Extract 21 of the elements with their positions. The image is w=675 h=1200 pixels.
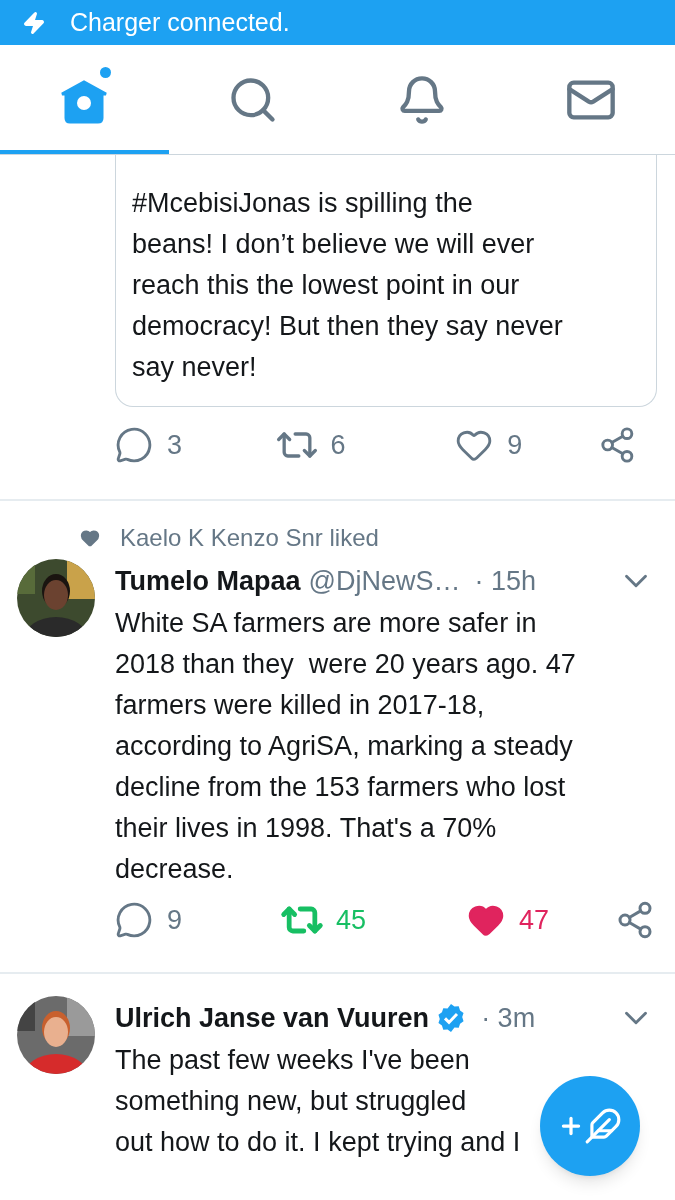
retweet-count: 6 [330,428,346,462]
tweet-time: · 3m [481,1001,536,1035]
reply-icon[interactable] [115,426,153,464]
status-message: Charger connected. [70,6,290,38]
tweet-text: The past few weeks I've been something new, but struggled out how to do it. I kept trying and I [115,1044,521,1159]
author-handle: @DjNewS… [308,564,461,598]
tweet-time: · 15h [474,564,537,598]
lightning-icon [22,10,46,35]
author-name[interactable]: Ulrich Janse van Vuuren [115,997,430,1039]
reply-icon[interactable] [115,901,153,939]
retweet-count: 45 [336,903,367,937]
author-name[interactable]: Tumelo Mapaa [115,560,301,602]
liked-by-text: Kaelo K Kenzo Snr liked [120,523,379,553]
like-count: 9 [507,428,523,462]
quoted-tweet-text: #McebisiJonas is spilling the beans! I don’t believe we will ever reach this the lowest point in our democracy! But then they say never say never! [132,187,564,384]
like-count: 47 [519,903,550,937]
reply-count: 3 [167,428,183,462]
tweet-text: White SA farmers are more safer in 2018 than they were 20 years ago. 47 farmers were killed in 2017-18, according to AgriSA, marking a steady decline from the 153 farmers who lost their lives in 1998. That's a 70% decrease. [115,607,576,886]
reply-count: 9 [167,903,183,937]
heart-icon [80,528,100,548]
quoted-tweet-card[interactable]: #McebisiJonas is spilling the beans! I don’t believe we will ever reach this the lowest point in our democracy! But then they say never say never! [115,155,657,407]
